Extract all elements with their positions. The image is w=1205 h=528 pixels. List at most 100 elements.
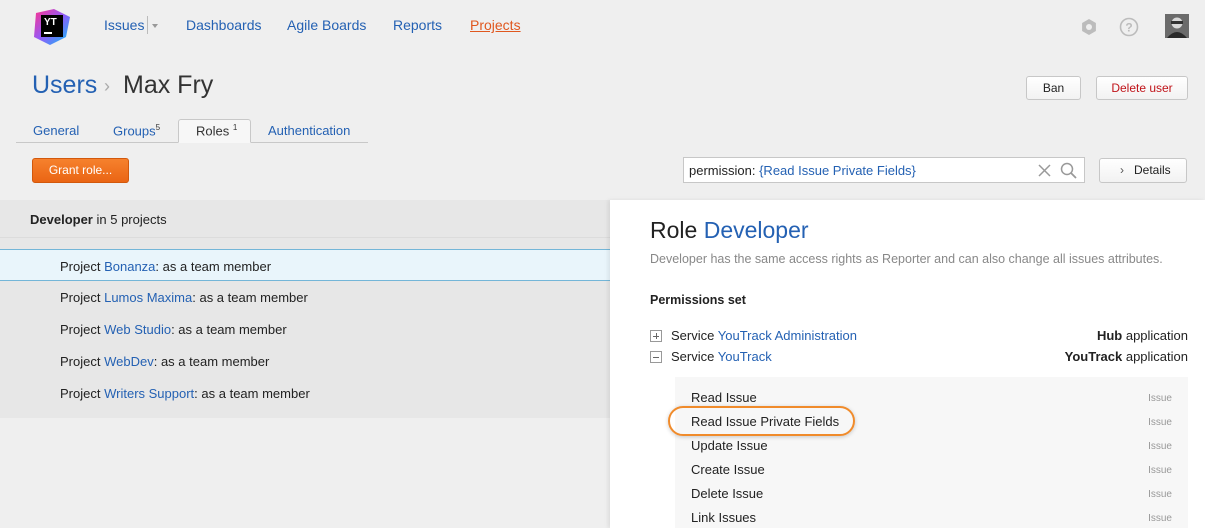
permission-name: Delete Issue	[691, 486, 764, 501]
service-link[interactable]: YouTrack Administration	[718, 328, 857, 343]
role-details-panel: Role Developer Developer has the same ac…	[610, 200, 1205, 528]
permission-name: Read Issue	[691, 390, 757, 405]
permission-row: Delete Issue Issue	[675, 481, 1188, 505]
settings-icon[interactable]	[1080, 18, 1098, 39]
chevron-right-icon: ›	[1120, 163, 1124, 177]
project-prefix: Project	[60, 322, 101, 337]
tab-roles-count: 1	[232, 123, 238, 132]
project-prefix: Project	[60, 354, 101, 369]
search-input[interactable]: permission: {Read Issue Private Fields}	[683, 157, 1085, 183]
permission-scope: Issue	[1148, 489, 1172, 500]
project-row[interactable]: Project Lumos Maxima: as a team member	[0, 281, 610, 313]
permission-scope: Issue	[1148, 441, 1172, 452]
permission-name: Update Issue	[691, 438, 768, 453]
delete-user-button[interactable]: Delete user	[1096, 76, 1188, 100]
chevron-down-icon[interactable]	[152, 24, 158, 28]
tab-general-label: General	[33, 123, 80, 138]
project-link[interactable]: Lumos Maxima	[104, 290, 192, 305]
nav-agile-boards[interactable]: Agile Boards	[287, 17, 366, 33]
project-link[interactable]: WebDev	[104, 354, 154, 369]
logo-text: YT	[44, 17, 57, 28]
application-suffix: application	[1125, 328, 1188, 343]
project-row[interactable]: Project Bonanza: as a team member	[0, 249, 610, 281]
project-link[interactable]: Bonanza	[104, 259, 155, 274]
breadcrumb-users[interactable]: Users	[32, 71, 97, 100]
collapse-icon[interactable]	[650, 351, 662, 363]
role-name: Developer	[30, 212, 93, 227]
permission-scope: Issue	[1148, 513, 1172, 524]
nav-dashboards[interactable]: Dashboards	[186, 17, 262, 33]
service-prefix: Service	[671, 349, 715, 364]
permission-scope: Issue	[1148, 465, 1172, 476]
help-icon[interactable]: ?	[1119, 17, 1139, 40]
permission-row-highlighted: Read Issue Private Fields Issue	[668, 406, 1188, 436]
project-row[interactable]: Project WebDev: as a team member	[0, 345, 610, 377]
expand-icon[interactable]	[650, 330, 662, 342]
role-projects-count: in 5 projects	[96, 212, 167, 227]
tab-roles[interactable]: Roles 1	[178, 119, 251, 143]
permission-row: Link Issues Issue	[675, 505, 1188, 528]
svg-text:?: ?	[1125, 21, 1132, 35]
search-query-prefix: permission:	[689, 163, 756, 178]
youtrack-logo-icon[interactable]: YT	[32, 7, 72, 47]
project-row[interactable]: Project Writers Support: as a team membe…	[0, 377, 610, 409]
permissions-set-title: Permissions set	[650, 293, 746, 307]
role-description: Developer has the same access rights as …	[650, 252, 1163, 266]
project-link[interactable]: Web Studio	[104, 322, 171, 337]
tab-groups[interactable]: Groups5	[113, 123, 160, 138]
permission-scope: Issue	[1148, 417, 1172, 428]
project-link[interactable]: Writers Support	[104, 386, 194, 401]
permission-name: Create Issue	[691, 462, 765, 477]
search-icon[interactable]	[1060, 162, 1077, 182]
service-label: Service YouTrack	[671, 349, 772, 364]
tab-general[interactable]: General	[33, 123, 79, 138]
avatar[interactable]	[1165, 14, 1189, 38]
role-title-link[interactable]: Developer	[704, 217, 809, 243]
permission-scope: Issue	[1148, 393, 1172, 404]
permission-row: Create Issue Issue	[675, 457, 1188, 481]
tab-groups-count: 5	[155, 123, 161, 132]
tab-groups-label: Groups	[113, 123, 156, 139]
project-row[interactable]: Project Web Studio: as a team member	[0, 313, 610, 345]
role-projects-header: Developer in 5 projects	[0, 200, 610, 238]
permission-row: Update Issue Issue	[675, 433, 1188, 457]
search-query[interactable]: permission: {Read Issue Private Fields}	[689, 163, 916, 178]
project-membership: : as a team member	[171, 322, 287, 337]
clear-icon[interactable]	[1038, 164, 1051, 180]
grant-role-button[interactable]: Grant role...	[32, 158, 129, 183]
service-label: Service YouTrack Administration	[671, 328, 857, 343]
project-membership: : as a team member	[155, 259, 272, 274]
ban-button[interactable]: Ban	[1026, 76, 1081, 100]
permission-name: Read Issue Private Fields	[691, 414, 840, 429]
nav-issues[interactable]: Issues	[104, 17, 144, 33]
details-button[interactable]: › Details	[1099, 158, 1187, 183]
service-link[interactable]: YouTrack	[718, 349, 772, 364]
nav-projects[interactable]: Projects	[470, 17, 521, 33]
service-prefix: Service	[671, 328, 715, 343]
breadcrumb-separator: ›	[104, 76, 110, 96]
page-title: Max Fry	[123, 71, 214, 99]
tab-authentication[interactable]: Authentication	[268, 123, 350, 138]
project-prefix: Project	[60, 259, 101, 274]
tab-authentication-label: Authentication	[268, 123, 351, 138]
project-membership: : as a team member	[192, 290, 308, 305]
service-row: Service YouTrack YouTrack application	[650, 349, 1188, 367]
project-membership: : as a team member	[194, 386, 310, 401]
application-name: YouTrack	[1064, 349, 1123, 364]
details-label: Details	[1134, 163, 1171, 177]
role-title: Role Developer	[650, 217, 809, 244]
service-application: Hub application	[1097, 328, 1188, 343]
service-row: Service YouTrack Administration Hub appl…	[650, 328, 1188, 346]
tab-roles-label: Roles	[196, 123, 230, 139]
application-name: Hub	[1096, 328, 1123, 343]
project-membership: : as a team member	[153, 354, 270, 369]
search-query-value: {Read Issue Private Fields}	[759, 163, 916, 178]
application-suffix: application	[1125, 349, 1188, 364]
nav-reports[interactable]: Reports	[393, 17, 442, 33]
nav-separator	[147, 16, 148, 34]
permissions-list: Read Issue Issue Read Issue Private Fiel…	[668, 377, 1188, 528]
project-prefix: Project	[60, 386, 101, 401]
top-navigation: YT Issues Dashboards Agile Boards Report…	[0, 0, 1205, 52]
project-prefix: Project	[60, 290, 101, 305]
service-application: YouTrack application	[1065, 349, 1188, 364]
